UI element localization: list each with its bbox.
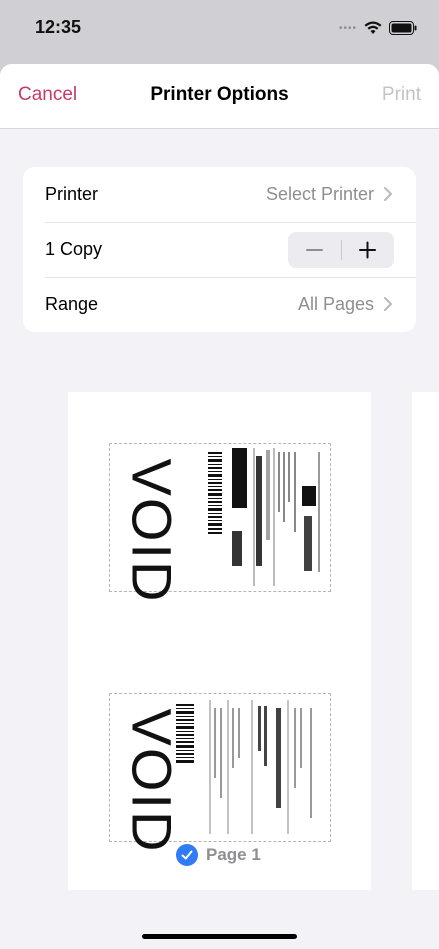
nav-bar: Cancel Printer Options Print (0, 64, 439, 129)
page-label: Page 1 (206, 845, 261, 864)
wifi-icon (364, 21, 382, 34)
chevron-right-icon (384, 187, 392, 201)
checkmark-glyph (181, 850, 193, 860)
next-page-preview[interactable] (412, 392, 439, 890)
barcode-image (208, 452, 222, 534)
print-button[interactable]: Print (382, 84, 421, 106)
printer-row[interactable]: Printer Select Printer (23, 167, 416, 222)
range-label: Range (45, 294, 99, 314)
copies-stepper (288, 232, 394, 268)
page-selected-badge[interactable]: Page 1 (176, 842, 261, 868)
page-preview[interactable]: VOID VOID (68, 392, 371, 890)
printer-label: Printer (45, 184, 99, 204)
copies-label: 1 Copy (45, 239, 103, 259)
checkmark-icon (176, 844, 198, 866)
copies-row: 1 Copy (23, 222, 416, 277)
printer-value: Select Printer (265, 184, 374, 204)
print-options-sheet: Cancel Printer Options Print Printer Sel… (0, 64, 439, 949)
battery-icon (389, 21, 417, 35)
status-icons: •••• (339, 18, 417, 38)
options-card: Printer Select Printer 1 Copy Range All … (23, 167, 416, 332)
home-indicator[interactable] (142, 934, 297, 939)
plus-icon (359, 241, 376, 259)
chevron-right-icon (384, 297, 392, 311)
void-watermark: VOID (120, 708, 184, 854)
signal-icon: •••• (338, 22, 357, 34)
decrement-button[interactable] (288, 232, 341, 268)
minus-icon (306, 249, 323, 251)
label-details-graphic (232, 448, 320, 586)
void-watermark: VOID (120, 458, 184, 604)
barcode-image (176, 704, 194, 763)
range-row[interactable]: Range All Pages (23, 277, 416, 332)
shipping-label-preview: VOID (109, 693, 331, 854)
cancel-button[interactable]: Cancel (18, 84, 77, 106)
increment-button[interactable] (341, 232, 394, 268)
status-time: 12:35 (35, 17, 82, 37)
range-value: All Pages (297, 294, 374, 314)
shipping-label-preview: VOID (109, 443, 331, 604)
status-bar: 12:35 •••• (0, 0, 439, 62)
label-details-graphic (209, 700, 312, 834)
